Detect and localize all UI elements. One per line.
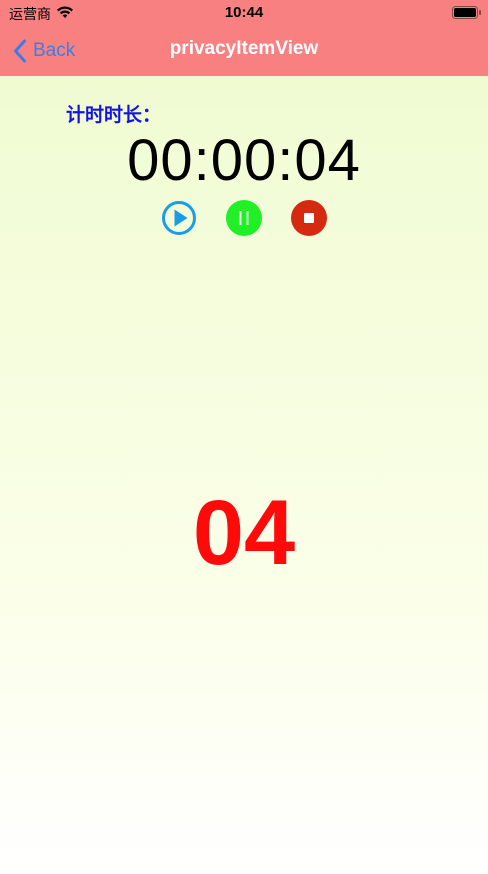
status-time: 10:44 [224, 4, 264, 21]
status-bar: 运营商 10:44 [0, 0, 488, 26]
timer-controls [0, 200, 488, 236]
timer-content: 计时时长： 00:00:04 04 [0, 76, 488, 874]
timer-display: 00:00:04 [127, 128, 361, 193]
navigation-bar: Back privacyItemView [0, 26, 488, 76]
duration-label: 计时时长： [66, 105, 162, 126]
play-icon [162, 201, 196, 235]
pause-button[interactable] [226, 200, 262, 236]
pause-icon [226, 200, 262, 236]
battery-icon [452, 6, 481, 19]
stop-icon [291, 200, 327, 236]
stop-button[interactable] [291, 200, 327, 236]
top-bar: 运营商 10:44 Back privacyItemView [0, 0, 488, 76]
page-title: privacyItemView [169, 38, 319, 59]
play-button[interactable] [161, 200, 197, 236]
seconds-display: 04 [192, 482, 296, 584]
